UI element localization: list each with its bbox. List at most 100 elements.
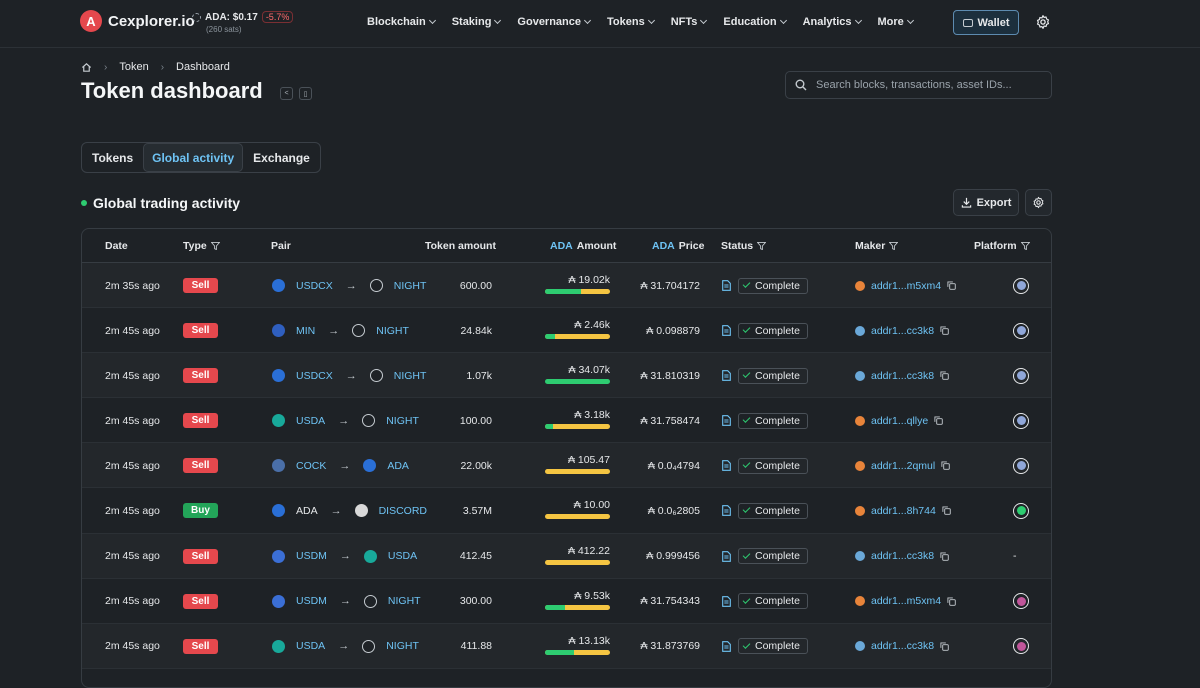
token-from[interactable]: USDA [296, 640, 325, 652]
document-icon[interactable] [722, 460, 731, 472]
export-button[interactable]: Export [953, 189, 1019, 216]
row-type: Sell [183, 534, 218, 579]
document-icon[interactable] [722, 280, 731, 291]
platform-icon[interactable] [1013, 593, 1029, 610]
copy-icon[interactable] [942, 506, 951, 516]
table-row[interactable]: 2m 45s ago Sell USDCX → NIGHT 1.07k ₳ 34… [82, 353, 1051, 399]
filter-icon[interactable] [889, 242, 899, 250]
share-button[interactable]: < [280, 87, 293, 100]
token-from[interactable]: USDM [296, 595, 327, 607]
table-row[interactable]: 2m 35s ago Sell USDCX → NIGHT 600.00 ₳ 1… [82, 263, 1051, 309]
table-row[interactable]: 2m 45s ago Buy ADA → DISCORD 3.57M ₳ 10.… [82, 488, 1051, 534]
platform-icon[interactable] [1013, 638, 1029, 655]
maker-address[interactable]: addr1...m5xm4 [871, 595, 941, 607]
menu-more[interactable]: More [878, 16, 914, 28]
header-platform[interactable]: Platform [974, 240, 1030, 252]
document-icon[interactable] [722, 325, 731, 336]
table-row[interactable]: 2m 45s ago Sell USDM → NIGHT 300.00 ₳ 9.… [82, 579, 1051, 624]
document-icon[interactable] [722, 550, 731, 562]
filter-icon[interactable] [1020, 242, 1030, 250]
token-from[interactable]: USDCX [296, 370, 333, 382]
header-ada-price[interactable]: ADA Price [652, 240, 704, 252]
menu-blockchain[interactable]: Blockchain [367, 16, 436, 28]
menu-nfts[interactable]: NFTs [671, 16, 708, 28]
table-row[interactable]: 2m 45s ago Sell USDM → USDA 412.45 ₳ 412… [82, 533, 1051, 579]
token-from[interactable]: COCK [296, 460, 326, 472]
menu-education[interactable]: Education [723, 16, 787, 28]
token-from[interactable]: USDCX [296, 280, 333, 292]
menu-analytics[interactable]: Analytics [803, 16, 862, 28]
wallet-button[interactable]: Wallet [953, 10, 1019, 35]
row-date: 2m 45s ago [105, 414, 160, 427]
maker-address[interactable]: addr1...2qmul [871, 460, 935, 472]
document-icon[interactable] [722, 370, 731, 382]
token-from[interactable]: USDA [296, 415, 325, 427]
menu-staking[interactable]: Staking [452, 16, 502, 28]
tab-exchange[interactable]: Exchange [245, 143, 318, 172]
table-row[interactable]: 2m 45s ago Sell COCK → ADA 22.00k ₳ 105.… [82, 443, 1051, 489]
table-row[interactable]: 2m 45s ago Sell USDA → NIGHT 411.88 ₳ 13… [82, 623, 1051, 669]
document-icon[interactable] [722, 640, 731, 652]
token-from[interactable]: MIN [296, 325, 315, 337]
maker-address[interactable]: addr1...cc3k8 [871, 550, 934, 562]
copy-icon[interactable] [947, 281, 956, 290]
platform-icon[interactable] [1013, 322, 1029, 339]
row-status: Complete [722, 443, 808, 488]
platform-icon[interactable] [1013, 367, 1029, 384]
arrow-right-icon: → [339, 459, 351, 472]
header-type[interactable]: Type [183, 240, 220, 252]
header-token-amount[interactable]: Token amount [425, 240, 496, 252]
header-date[interactable]: Date [105, 240, 128, 252]
site-logo[interactable]: A Cexplorer.io [80, 10, 195, 32]
platform-icon[interactable] [1013, 277, 1029, 294]
platform-icon[interactable] [1013, 412, 1029, 429]
maker-address[interactable]: addr1...8h744 [871, 505, 936, 517]
home-icon[interactable] [81, 62, 92, 73]
row-token-amount: 24.84k [460, 324, 492, 337]
row-date: 2m 45s ago [105, 459, 160, 472]
row-pair: ADA → DISCORD [272, 488, 427, 533]
copy-icon[interactable] [940, 371, 949, 380]
menu-tokens[interactable]: Tokens [607, 16, 655, 28]
maker-address[interactable]: addr1...m5xm4 [871, 280, 941, 292]
table-row[interactable]: 2m 45s ago Sell USDA → NIGHT 100.00 ₳ 3.… [82, 398, 1051, 444]
bookmark-button[interactable]: ▯ [299, 87, 312, 100]
header-maker[interactable]: Maker [855, 240, 899, 252]
maker-address[interactable]: addr1...qllye [871, 415, 928, 427]
check-icon [742, 505, 751, 514]
settings-gear-icon[interactable] [1035, 14, 1051, 30]
breadcrumb-token[interactable]: Token [119, 61, 148, 73]
copy-icon[interactable] [941, 461, 950, 471]
maker-address[interactable]: addr1...cc3k8 [871, 640, 934, 652]
platform-icon[interactable] [1013, 502, 1029, 519]
document-icon[interactable] [722, 505, 731, 517]
token-to[interactable]: NIGHT [376, 325, 409, 337]
copy-icon[interactable] [940, 642, 949, 651]
row-status: Complete [722, 263, 808, 308]
chevron-down-icon [428, 16, 436, 25]
table-row[interactable]: 2m 45s ago Sell MIN → NIGHT 24.84k ₳ 2.4… [82, 308, 1051, 354]
maker-address[interactable]: addr1...cc3k8 [871, 370, 934, 382]
document-icon[interactable] [722, 415, 731, 427]
copy-icon[interactable] [947, 597, 956, 606]
platform-icon[interactable] [1013, 457, 1029, 474]
check-icon [742, 325, 751, 333]
ada-price-widget[interactable]: ADA: $0.17 -5.7% (260 sats) [192, 11, 294, 34]
maker-address[interactable]: addr1...cc3k8 [871, 325, 934, 337]
header-ada-amount[interactable]: ADA Amount [550, 240, 616, 252]
copy-icon[interactable] [934, 416, 943, 426]
document-icon[interactable] [722, 595, 731, 607]
search-input[interactable] [814, 78, 1034, 92]
token-from[interactable]: USDM [296, 550, 327, 562]
token-from-icon [272, 594, 285, 608]
tab-global-activity[interactable]: Global activity [143, 143, 244, 172]
copy-icon[interactable] [940, 326, 949, 335]
header-status[interactable]: Status [721, 240, 767, 252]
token-to[interactable]: ADA [387, 460, 409, 472]
menu-governance[interactable]: Governance [517, 16, 592, 28]
filter-icon[interactable] [757, 242, 767, 250]
filter-icon[interactable] [210, 242, 220, 250]
tab-tokens[interactable]: Tokens [84, 143, 141, 172]
table-settings-button[interactable] [1025, 189, 1052, 216]
copy-icon[interactable] [940, 552, 949, 561]
